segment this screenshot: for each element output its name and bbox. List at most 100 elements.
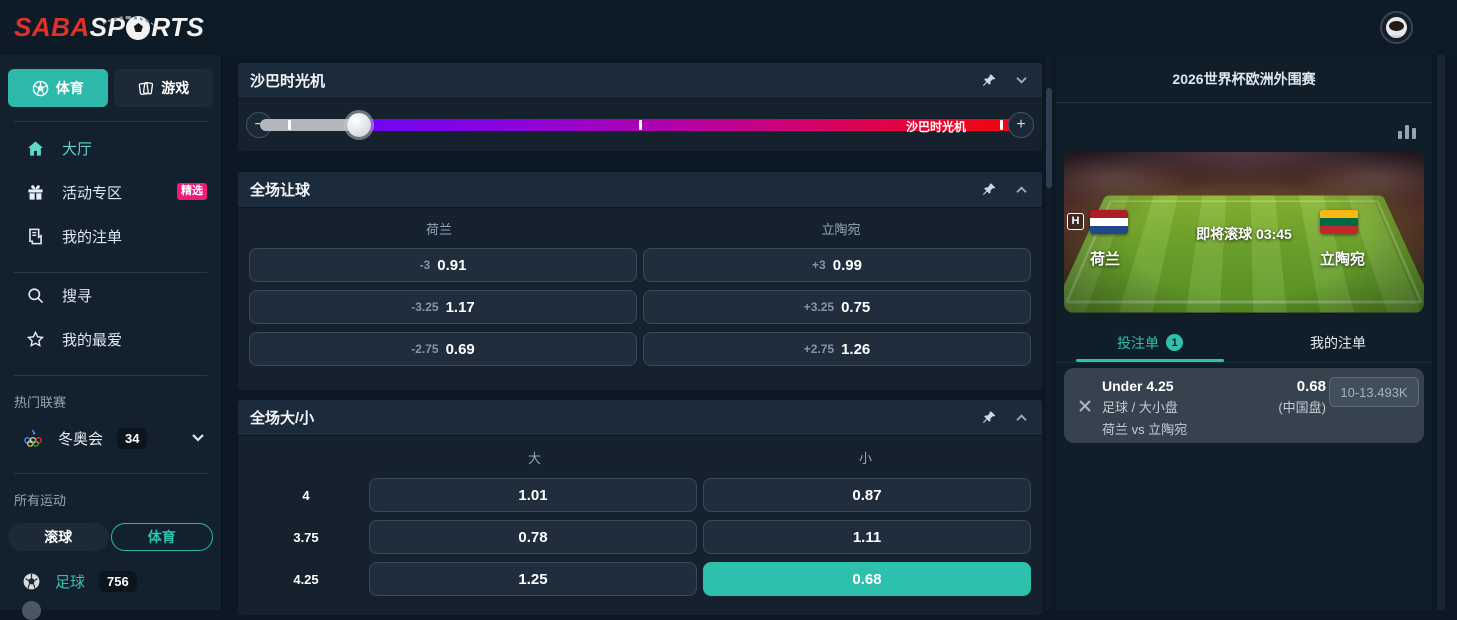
chevron-down-icon[interactable] <box>191 433 205 443</box>
time-machine-panel: 沙巴时光机 − 沙巴时光机 + <box>238 63 1042 151</box>
league-winter-olympics[interactable]: 冬奥会 34 <box>0 417 221 459</box>
odds-button-under-3-75[interactable]: 1.11 <box>703 520 1031 554</box>
betslip-icon <box>26 227 45 246</box>
odds-button-under-4[interactable]: 0.87 <box>703 478 1031 512</box>
match-card[interactable]: H 荷兰 即将滚球 03:45 立陶宛 <box>1064 152 1424 313</box>
slider-knob[interactable] <box>347 113 371 137</box>
tab-my-bets[interactable]: 我的注单 <box>1244 323 1432 362</box>
odds-button-handicap-away-2[interactable]: +3.25 0.75 <box>643 290 1031 324</box>
odds-value: 0.68 <box>852 571 881 588</box>
tab-games-label: 游戏 <box>161 78 189 98</box>
sidebar-item-label: 搜寻 <box>62 285 92 306</box>
odds-value: 1.11 <box>853 529 881 546</box>
collapse-chevron-up-icon[interactable] <box>1012 181 1030 199</box>
stake-input[interactable] <box>1329 377 1419 407</box>
sidebar-item-my-bets[interactable]: 我的注单 <box>0 214 221 258</box>
sidebar-item-favorites[interactable]: 我的最爱 <box>0 317 221 361</box>
handicap-line: +2.75 <box>804 342 834 356</box>
collapse-chevron-down-icon[interactable] <box>1012 72 1030 90</box>
home-team-column-header: 荷兰 <box>238 219 640 238</box>
odds-button-handicap-away-1[interactable]: +3 0.99 <box>643 248 1031 282</box>
handicap-line: +3 <box>812 258 826 272</box>
tab-betslip[interactable]: 投注单 1 <box>1056 323 1244 362</box>
home-team-name: 荷兰 <box>1090 248 1210 269</box>
close-icon[interactable] <box>1078 399 1092 413</box>
lithuania-flag-icon <box>1320 210 1358 234</box>
tab-sports[interactable]: 体育 <box>8 69 108 107</box>
odds-value: 1.25 <box>518 571 547 588</box>
toggle-sports[interactable]: 体育 <box>111 523 214 551</box>
slider-label: 沙巴时光机 <box>906 118 966 135</box>
betslip-tabs: 投注单 1 我的注单 <box>1056 323 1432 363</box>
slider-plus-button[interactable]: + <box>1008 112 1034 138</box>
league-title: 2026世界杯欧洲外围赛 <box>1056 55 1432 103</box>
page-scrollbar[interactable] <box>1437 55 1445 610</box>
odds-button-handicap-away-3[interactable]: +2.75 1.26 <box>643 332 1031 366</box>
saba-sports-logo[interactable]: SABASPRTS <box>14 12 204 43</box>
hot-leagues-label: 热门联赛 <box>0 376 221 417</box>
sidebar-item-label: 大厅 <box>62 138 92 159</box>
betslip-item: Under 4.25 足球 / 大小盘 荷兰 vs 立陶宛 0.68 (中国盘) <box>1064 368 1424 443</box>
tab-games[interactable]: 游戏 <box>114 69 214 107</box>
top-bar: SABASPRTS <box>0 0 1457 55</box>
odds-button-over-3-75[interactable]: 0.78 <box>369 520 697 554</box>
sidebar-item-search[interactable]: 搜寻 <box>0 273 221 317</box>
bet-odds-type: (中国盘) <box>1278 397 1326 416</box>
main-content: 沙巴时光机 − 沙巴时光机 + 全场让球 <box>238 55 1042 610</box>
toggle-live[interactable]: 滚球 <box>8 523 109 551</box>
sidebar-item-lobby[interactable]: 大厅 <box>0 126 221 170</box>
sidebar-item-promotions[interactable]: 活动专区 精选 <box>0 170 221 214</box>
search-icon <box>26 286 45 305</box>
handicap-line: -3.25 <box>411 300 438 314</box>
odds-button-handicap-home-3[interactable]: -2.75 0.69 <box>249 332 637 366</box>
bar <box>1398 131 1402 139</box>
under-column-header: 小 <box>700 448 1031 467</box>
sport-count-badge: 756 <box>99 571 137 592</box>
cards-icon <box>137 80 154 97</box>
odds-button-handicap-home-2[interactable]: -3.25 1.17 <box>249 290 637 324</box>
statistics-icon[interactable] <box>1398 125 1416 139</box>
next-sport-icon-partial <box>22 601 41 620</box>
sidebar-item-label: 活动专区 <box>62 182 122 203</box>
over-under-panel: 全场大/小 大 小 4 1.01 0.87 3.75 <box>238 400 1042 615</box>
panel-title: 全场让球 <box>250 179 980 200</box>
odds-value: 0.99 <box>833 257 862 274</box>
logo-saba-text: SABA <box>14 12 90 43</box>
betslip-count-badge: 1 <box>1166 334 1183 351</box>
collapse-chevron-up-icon[interactable] <box>1012 409 1030 427</box>
all-sports-label: 所有运动 <box>0 474 221 515</box>
handicap-panel: 全场让球 荷兰 立陶宛 -3 0.91 +3 0.99 <box>238 172 1042 390</box>
sidebar-item-label: 我的注单 <box>62 226 122 247</box>
bar <box>1412 128 1416 139</box>
ou-line-label: 4.25 <box>249 572 363 587</box>
time-machine-slider[interactable]: 沙巴时光机 <box>260 119 1018 131</box>
astronaut-icon <box>1386 17 1407 38</box>
tab-label: 我的注单 <box>1310 333 1366 353</box>
slider-tick <box>639 120 642 130</box>
user-avatar[interactable] <box>1380 11 1413 44</box>
handicap-line: +3.25 <box>804 300 834 314</box>
bet-market: 足球 / 大小盘 <box>1102 397 1187 416</box>
slider-tick <box>288 120 291 130</box>
odds-value: 1.01 <box>518 487 547 504</box>
away-team-name: 立陶宛 <box>1320 248 1400 269</box>
sport-label: 足球 <box>55 571 85 592</box>
tab-label: 投注单 <box>1117 333 1159 353</box>
gift-icon <box>26 183 45 202</box>
league-label: 冬奥会 <box>58 428 103 449</box>
bar <box>1405 125 1409 139</box>
tab-sports-label: 体育 <box>56 78 84 98</box>
pin-icon[interactable] <box>980 409 998 427</box>
odds-button-handicap-home-1[interactable]: -3 0.91 <box>249 248 637 282</box>
sidebar: 体育 游戏 大厅 活动专区 精选 我的注单 <box>0 55 222 610</box>
pin-icon[interactable] <box>980 181 998 199</box>
away-team-block: 立陶宛 <box>1320 210 1400 269</box>
pin-icon[interactable] <box>980 72 998 90</box>
odds-button-over-4-25[interactable]: 1.25 <box>369 562 697 596</box>
odds-button-over-4[interactable]: 1.01 <box>369 478 697 512</box>
sidebar-item-label: 我的最爱 <box>62 329 122 350</box>
odds-value: 0.69 <box>446 341 475 358</box>
main-scrollbar-thumb[interactable] <box>1046 88 1052 188</box>
sport-item-soccer[interactable]: 足球 756 <box>0 559 221 603</box>
odds-button-under-4-25-selected[interactable]: 0.68 <box>703 562 1031 596</box>
